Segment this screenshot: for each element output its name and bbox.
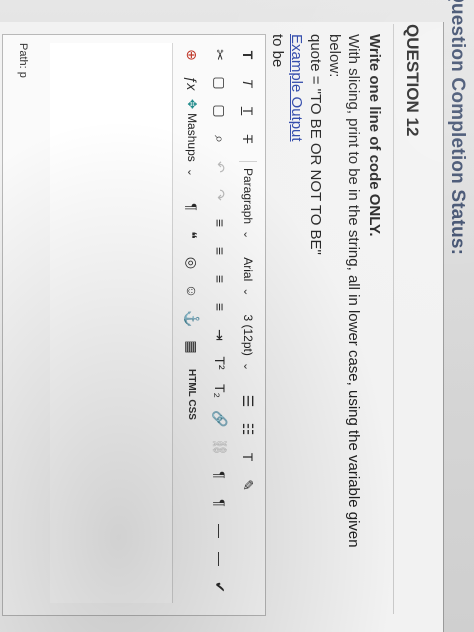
paragraph-select-value: Paragraph — [241, 168, 255, 225]
table-icon[interactable]: ▦ — [181, 335, 203, 359]
chevron-down-icon: ⌄ — [241, 230, 254, 240]
divider — [393, 24, 394, 614]
instruction-line: Write one line of code ONLY. — [366, 34, 383, 237]
link-icon[interactable]: 🔗 — [209, 407, 231, 431]
emoticon-icon[interactable]: ☺ — [181, 279, 203, 303]
prompt-line: With slicing, print to be in the string,… — [326, 34, 362, 548]
justify-icon[interactable]: ≡ — [209, 295, 231, 319]
redo-icon[interactable]: ↷ — [209, 183, 231, 207]
align-right-icon[interactable]: ≡ — [209, 267, 231, 291]
copy-icon[interactable]: ▢ — [209, 71, 231, 95]
mashups-label: Mashups — [185, 113, 199, 162]
horizontal-rule-icon[interactable]: — — [209, 519, 231, 543]
subscript-icon[interactable]: T₂ — [209, 379, 231, 403]
html-css-button[interactable]: HTML CSS — [187, 369, 198, 420]
math-fx-icon[interactable]: ƒx — [181, 71, 203, 95]
align-left-icon[interactable]: ≡ — [209, 211, 231, 235]
anchor-icon[interactable]: ⚓ — [181, 307, 203, 331]
quote-line: quote = "TO BE OR NOT TO BE" — [307, 34, 324, 255]
add-content-icon[interactable]: ⊕ — [181, 43, 203, 67]
question-title: QUESTION 12 — [403, 24, 422, 137]
circle-icon[interactable]: ◎ — [181, 251, 203, 275]
question-text: Write one line of code ONLY. With slicin… — [268, 34, 384, 594]
paste-icon[interactable]: ▢ — [209, 99, 231, 123]
rotated-page: Question Completion Status: QUESTION 12 … — [0, 0, 474, 632]
example-output-value: to be — [269, 34, 286, 68]
font-select-value: Arial — [241, 257, 255, 282]
chevron-down-icon: ⌄ — [241, 361, 254, 372]
indent-icon[interactable]: ⇥ — [209, 323, 231, 347]
toolbar-row-2: ✂ ▢ ▢ ⌕ ↶ ↷ ≡ ≡ ≡ ≡ ⇥ T² T₂ 🔗 ⛓ ¶ ¶ — — … — [209, 43, 231, 603]
path-label: Path: — [17, 43, 29, 69]
text-color-icon[interactable]: T — [237, 445, 259, 469]
find-icon[interactable]: ⌕ — [209, 127, 231, 151]
example-output-label: Example Output — [288, 34, 305, 142]
undo-icon[interactable]: ↶ — [209, 155, 231, 179]
toolbar-row-3: ⊕ ƒx ✥ Mashups ⌄ ¶ ❝ ◎ ☺ ⚓ ▦ HTML CSS — [181, 43, 203, 420]
superscript-icon[interactable]: T² — [209, 351, 231, 375]
editor-path: Path: p — [17, 43, 29, 78]
align-center-icon[interactable]: ≡ — [209, 239, 231, 263]
rich-text-editor: T T T T Paragraph ⌄ Arial ⌄ 3 (12pt) ⌄ ☰… — [2, 34, 266, 616]
toolbar-row-1: T T T T Paragraph ⌄ Arial ⌄ 3 (12pt) ⌄ ☰… — [237, 43, 259, 501]
chevron-down-icon: ⌄ — [241, 287, 254, 297]
cut-icon[interactable]: ✂ — [209, 43, 231, 67]
font-select[interactable]: Arial ⌄ — [238, 257, 258, 296]
chevron-down-icon: ⌄ — [185, 167, 198, 177]
toolbar-separator — [239, 161, 257, 162]
bulleted-list-icon[interactable]: ☰ — [237, 389, 259, 413]
numbered-list-icon[interactable]: ☷ — [237, 417, 259, 441]
paragraph-select[interactable]: Paragraph ⌄ — [238, 168, 258, 239]
mashups-icon: ✥ — [185, 99, 199, 110]
strikethrough-button[interactable]: T — [237, 127, 259, 151]
editor-content-area[interactable] — [50, 43, 173, 603]
path-value: p — [17, 71, 29, 78]
bold-button[interactable]: T — [237, 43, 259, 67]
spellcheck-icon[interactable]: ✔ — [209, 575, 231, 599]
underline-button[interactable]: T — [237, 99, 259, 123]
size-select-value: 3 (12pt) — [241, 314, 255, 356]
ltr-icon[interactable]: ¶ — [209, 463, 231, 487]
highlight-marker-icon[interactable]: ✎ — [237, 473, 259, 497]
mashups-select[interactable]: ✥ Mashups ⌄ — [182, 99, 202, 177]
unlink-icon[interactable]: ⛓ — [209, 435, 231, 459]
italic-button[interactable]: T — [237, 71, 259, 95]
paragraph-mark-icon[interactable]: ¶ — [181, 195, 203, 219]
size-select[interactable]: 3 (12pt) ⌄ — [238, 315, 258, 372]
rtl-icon[interactable]: ¶ — [209, 491, 231, 515]
blockquote-icon[interactable]: ❝ — [181, 223, 203, 247]
dash-icon[interactable]: — — [209, 547, 231, 571]
completion-status-title: Question Completion Status: — [447, 0, 468, 256]
